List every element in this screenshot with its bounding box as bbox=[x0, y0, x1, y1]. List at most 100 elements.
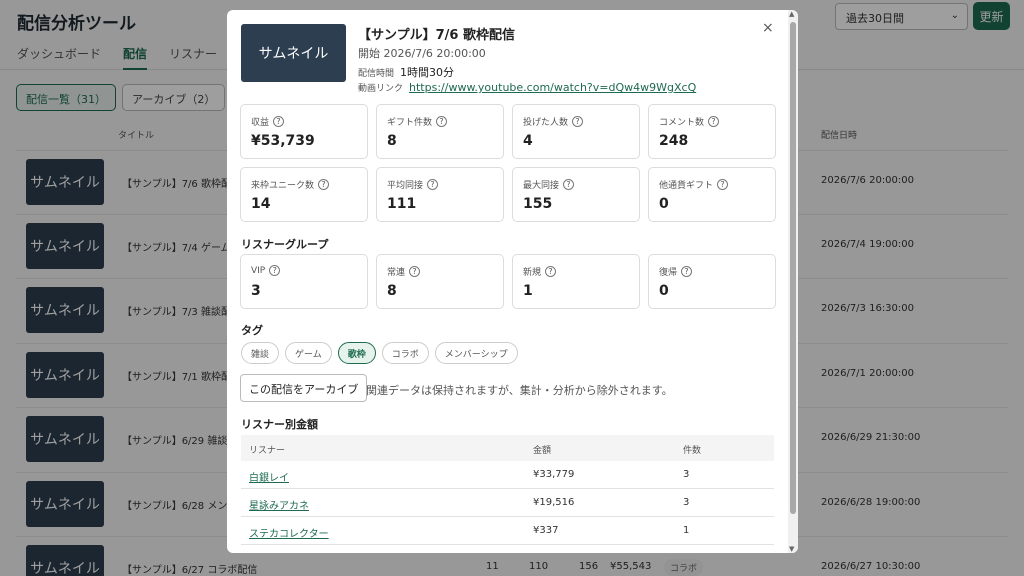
modal-scrollbar[interactable]: ▲ ▼ bbox=[788, 10, 798, 553]
stat-label-text: ギフト件数 bbox=[387, 118, 433, 128]
stat-card-gift-count: ギフト件数? 8 bbox=[376, 104, 504, 159]
stat-label-text: 来枠ユニーク数 bbox=[251, 181, 315, 191]
stat-card-other-currency-gifts: 他通貨ギフト? 0 bbox=[648, 167, 776, 222]
tag-chatting[interactable]: 雑談 bbox=[241, 342, 280, 364]
listener-amount: ¥337 bbox=[533, 525, 559, 536]
group-card-regular: 常連? 8 bbox=[376, 254, 504, 309]
stat-label-text: 常連 bbox=[387, 268, 406, 278]
stat-card-comments: コメント数? 248 bbox=[648, 104, 776, 159]
stat-label: コメント数? bbox=[659, 115, 720, 128]
scroll-up-icon[interactable]: ▲ bbox=[789, 10, 794, 18]
listener-count: 3 bbox=[683, 497, 690, 508]
tag-collab[interactable]: コラボ bbox=[381, 342, 429, 364]
help-icon[interactable]: ? bbox=[572, 116, 584, 127]
stat-label-text: 収益 bbox=[251, 118, 270, 128]
help-icon[interactable]: ? bbox=[273, 116, 285, 127]
stream-duration: 配信時間 1時間30分 bbox=[358, 64, 454, 80]
stat-value: 248 bbox=[659, 133, 689, 149]
help-icon[interactable]: ? bbox=[681, 266, 693, 277]
help-icon[interactable]: ? bbox=[427, 179, 439, 190]
table-header: リスナー 金額 件数 bbox=[241, 435, 774, 461]
stat-card-max-viewers: 最大同接? 155 bbox=[512, 167, 640, 222]
stat-label: 他通貨ギフト? bbox=[659, 178, 729, 191]
stat-label-text: 平均同接 bbox=[387, 181, 424, 191]
stat-card-revenue: 収益? ¥53,739 bbox=[240, 104, 368, 159]
modal-title: 【サンプル】7/6 歌枠配信 bbox=[358, 28, 515, 43]
stat-value: 1 bbox=[523, 283, 533, 299]
listener-amount: ¥19,516 bbox=[533, 497, 575, 508]
stat-label: 常連? bbox=[387, 265, 421, 278]
stream-detail-modal: サムネイル 【サンプル】7/6 歌枠配信 開始 2026/7/6 20:00:0… bbox=[227, 10, 798, 553]
help-icon[interactable]: ? bbox=[318, 179, 330, 190]
help-icon[interactable]: ? bbox=[708, 116, 720, 127]
tag-section-title: タグ bbox=[241, 324, 263, 337]
help-icon[interactable]: ? bbox=[717, 179, 729, 190]
table-row: 星詠みアカネ ¥19,516 3 bbox=[241, 489, 774, 517]
video-link-label: 動画リンク bbox=[358, 84, 404, 94]
stat-label-text: 新規 bbox=[523, 268, 542, 278]
stat-label-text: 他通貨ギフト bbox=[659, 181, 714, 191]
modal-content: サムネイル 【サンプル】7/6 歌枠配信 開始 2026/7/6 20:00:0… bbox=[227, 10, 787, 553]
stat-label-text: コメント数 bbox=[659, 118, 705, 128]
stat-label: 平均同接? bbox=[387, 178, 439, 191]
duration-value: 1時間30分 bbox=[400, 66, 455, 79]
stat-value: 155 bbox=[523, 196, 553, 212]
help-icon[interactable]: ? bbox=[545, 266, 557, 277]
stat-label: 投げた人数? bbox=[523, 115, 584, 128]
group-card-new: 新規? 1 bbox=[512, 254, 640, 309]
listener-count: 1 bbox=[683, 525, 690, 536]
stat-label: VIP? bbox=[251, 265, 281, 276]
stat-label-text: 投げた人数 bbox=[523, 118, 569, 128]
stat-card-gifters: 投げた人数? 4 bbox=[512, 104, 640, 159]
listener-name-link[interactable]: ステカコレクター bbox=[249, 525, 329, 540]
stat-value: 8 bbox=[387, 283, 397, 299]
group-card-vip: VIP? 3 bbox=[240, 254, 368, 309]
stream-start: 開始 2026/7/6 20:00:00 bbox=[358, 47, 486, 60]
stat-label-text: VIP bbox=[251, 265, 266, 276]
stat-label-text: 最大同接 bbox=[523, 181, 560, 191]
listener-name-link[interactable]: 星詠みアカネ bbox=[249, 497, 309, 512]
col-count: 件数 bbox=[683, 446, 702, 456]
listener-count: 3 bbox=[683, 469, 690, 480]
stat-label: 収益? bbox=[251, 115, 285, 128]
col-amount: 金額 bbox=[533, 446, 552, 456]
stat-value: 8 bbox=[387, 133, 397, 149]
listener-amount-table: リスナー 金額 件数 白銀レイ ¥33,779 3 星詠みアカネ ¥19,516… bbox=[241, 435, 774, 545]
stat-value: 0 bbox=[659, 283, 669, 299]
tag-singing[interactable]: 歌枠 bbox=[337, 342, 376, 364]
tag-list: 雑談 ゲーム 歌枠 コラボ メンバーシップ bbox=[241, 342, 518, 364]
table-row: 白銀レイ ¥33,779 3 bbox=[241, 461, 774, 489]
scrollbar-thumb[interactable] bbox=[790, 22, 796, 514]
stat-label: 復帰? bbox=[659, 265, 693, 278]
help-icon[interactable]: ? bbox=[563, 179, 575, 190]
stat-value: 4 bbox=[523, 133, 533, 149]
listener-amount-title: リスナー別金額 bbox=[241, 418, 318, 431]
stat-value: ¥53,739 bbox=[251, 133, 315, 149]
listener-amount: ¥33,779 bbox=[533, 469, 575, 480]
archive-stream-button[interactable]: この配信をアーカイブ bbox=[240, 374, 368, 402]
listener-group-title: リスナーグループ bbox=[241, 238, 329, 251]
stat-value: 111 bbox=[387, 196, 417, 212]
help-icon[interactable]: ? bbox=[409, 266, 421, 277]
stat-value: 0 bbox=[659, 196, 669, 212]
duration-label: 配信時間 bbox=[358, 69, 395, 79]
scroll-down-icon[interactable]: ▼ bbox=[789, 545, 794, 553]
stat-label: ギフト件数? bbox=[387, 115, 448, 128]
col-listener: リスナー bbox=[249, 446, 286, 456]
help-icon[interactable]: ? bbox=[436, 116, 448, 127]
stat-label: 来枠ユニーク数? bbox=[251, 178, 330, 191]
tag-game[interactable]: ゲーム bbox=[285, 342, 332, 364]
video-link-row: 動画リンク https://www.youtube.com/watch?v=dQw… bbox=[358, 81, 696, 94]
stat-card-unique-visitors: 来枠ユニーク数? 14 bbox=[240, 167, 368, 222]
close-icon[interactable]: × bbox=[762, 20, 774, 36]
table-row: ステカコレクター ¥337 1 bbox=[241, 517, 774, 545]
modal-thumbnail: サムネイル bbox=[241, 24, 346, 82]
tag-membership[interactable]: メンバーシップ bbox=[434, 342, 518, 364]
stat-card-avg-viewers: 平均同接? 111 bbox=[376, 167, 504, 222]
group-card-returning: 復帰? 0 bbox=[648, 254, 776, 309]
stat-label-text: 復帰 bbox=[659, 268, 678, 278]
help-icon[interactable]: ? bbox=[269, 265, 281, 276]
stat-label: 新規? bbox=[523, 265, 557, 278]
video-link[interactable]: https://www.youtube.com/watch?v=dQw4w9Wg… bbox=[409, 81, 696, 94]
listener-name-link[interactable]: 白銀レイ bbox=[249, 469, 289, 484]
